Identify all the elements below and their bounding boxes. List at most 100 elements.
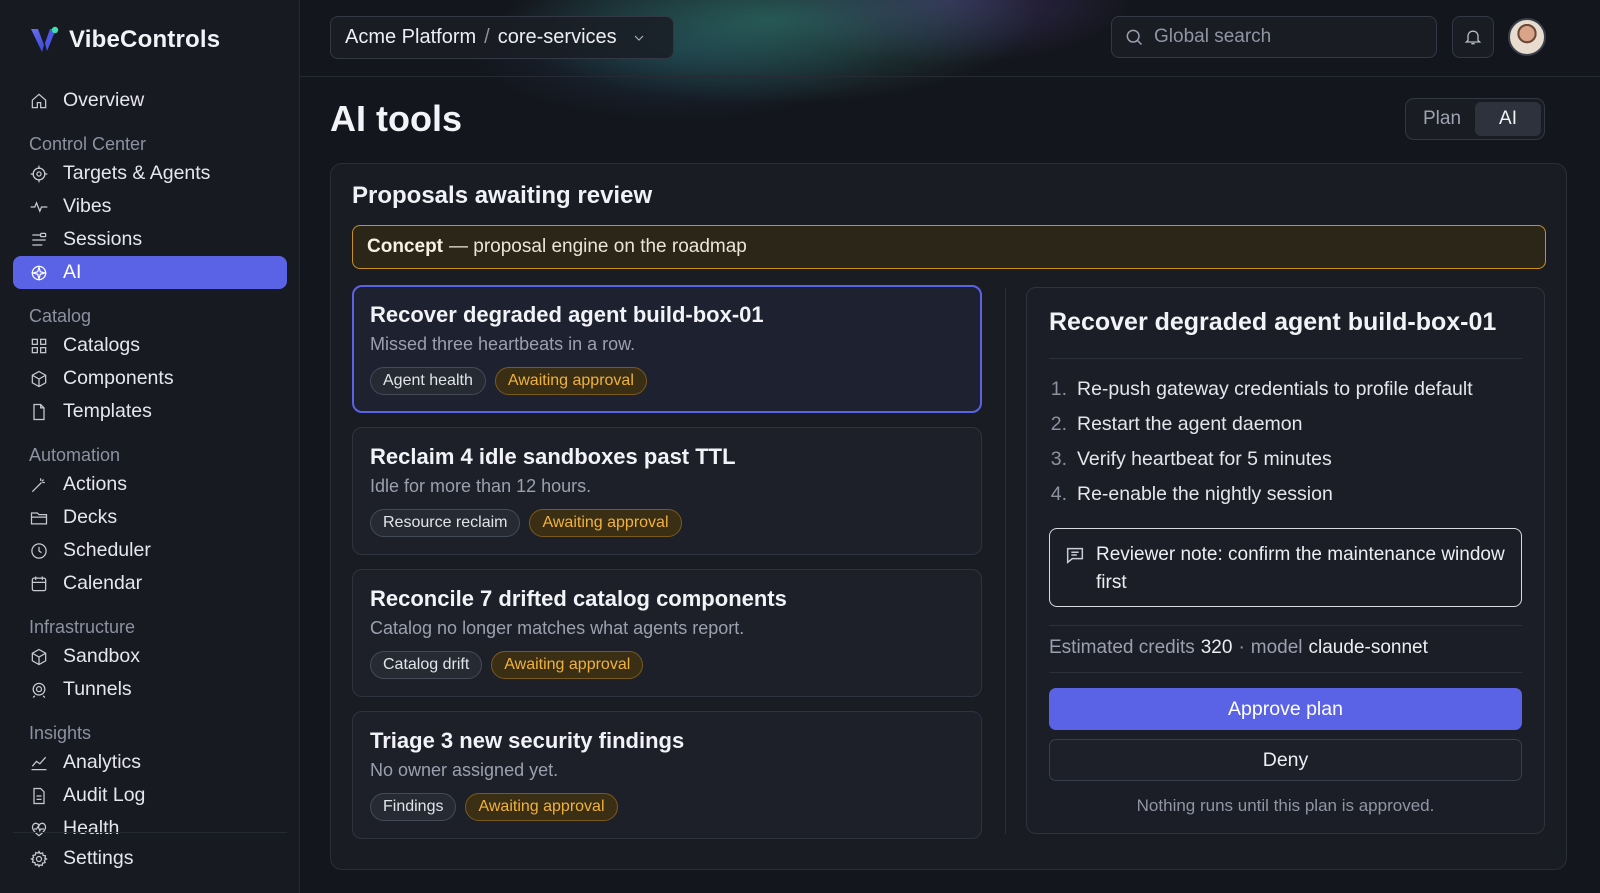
proposals-panel: Proposals awaiting review Concept — prop…	[330, 163, 1567, 870]
toggle-ai[interactable]: AI	[1475, 102, 1541, 136]
sidebar-item-tunnels[interactable]: Tunnels	[13, 673, 287, 706]
proposal-card[interactable]: Reclaim 4 idle sandboxes past TTL Idle f…	[352, 427, 982, 555]
breadcrumb-org[interactable]: Acme Platform	[345, 26, 476, 49]
crosshair-icon	[30, 165, 48, 182]
proposal-detail: Recover degraded agent build-box-01 1. Re…	[1026, 287, 1545, 834]
section-insights: Insights	[29, 723, 92, 743]
approve-plan-button[interactable]: Approve plan	[1049, 688, 1522, 730]
plan-step: 1. Re-push gateway credentials to profile…	[1050, 378, 1473, 400]
home-icon	[31, 93, 47, 108]
category-tag: Agent health	[370, 367, 486, 395]
sidebar-item-settings[interactable]: Settings	[13, 842, 287, 875]
proposal-card[interactable]: Triage 3 new security findings No owner …	[352, 711, 982, 839]
divider	[1049, 358, 1522, 359]
approval-footnote: Nothing runs until this plan is approved…	[1136, 796, 1435, 815]
tunnel-icon	[32, 682, 46, 698]
folder-icon	[30, 511, 48, 524]
proposal-tags: Agent health Awaiting approval	[370, 367, 964, 395]
sidebar-item-ai[interactable]: AI	[13, 256, 287, 289]
model-value: claude-sonnet	[1308, 637, 1428, 658]
sidebar-item-health[interactable]: Health	[13, 812, 287, 845]
section-catalog: Catalog	[29, 306, 92, 326]
category-tag: Findings	[370, 793, 457, 821]
breadcrumb-switcher[interactable]: Acme Platform / core-services	[330, 16, 674, 59]
chevron-down-icon[interactable]	[631, 30, 647, 46]
sidebar-item-sandbox[interactable]: Sandbox	[13, 640, 287, 673]
mode-toggle[interactable]: Plan AI	[1405, 98, 1545, 140]
proposal-title: Reconcile 7 drifted catalog components	[370, 586, 787, 611]
proposal-subtitle: No owner assigned yet.	[370, 760, 559, 780]
sidebar-item-calendar[interactable]: Calendar	[13, 567, 287, 600]
column-divider	[1005, 288, 1006, 834]
brand-name: VibeControls	[69, 26, 221, 53]
status-badge: Awaiting approval	[465, 793, 618, 821]
plan-step: 4. Re-enable the nightly session	[1050, 483, 1333, 505]
sidebar-item-templates[interactable]: Templates	[13, 395, 287, 428]
credits-value: 320	[1200, 637, 1233, 658]
notifications-button[interactable]	[1452, 16, 1494, 58]
sidebar-item-label: Health	[63, 817, 120, 839]
gear-icon	[30, 849, 48, 868]
breadcrumb-project[interactable]: core-services	[498, 26, 617, 49]
app-shell: VibeControls Overview Control Center Tar…	[0, 0, 1600, 893]
sidebar-item-catalogs[interactable]: Catalogs	[13, 329, 287, 362]
sidebar-item-label: Decks	[63, 506, 118, 528]
plan-step: 2. Restart the agent daemon	[1050, 413, 1303, 435]
sidebar-item-label: Components	[63, 367, 174, 389]
sidebar-item-label: Catalogs	[63, 334, 140, 356]
search-icon	[1126, 29, 1143, 46]
status-badge: Awaiting approval	[491, 651, 644, 679]
toggle-plan[interactable]: Plan	[1409, 102, 1475, 136]
brand[interactable]: VibeControls	[13, 20, 287, 58]
comment-icon	[1066, 547, 1084, 564]
sidebar-item-sessions[interactable]: Sessions	[13, 223, 287, 256]
concept-banner: Concept — proposal engine on the roadmap	[352, 225, 1546, 269]
sidebar-item-vibes[interactable]: Vibes	[13, 190, 287, 223]
global-search[interactable]	[1111, 16, 1437, 58]
sidebar-item-audit-log[interactable]: Audit Log	[13, 779, 287, 812]
sidebar-item-label: Sandbox	[63, 645, 140, 667]
sidebar-item-targets-agents[interactable]: Targets & Agents	[13, 157, 287, 190]
bell-icon	[1464, 30, 1482, 45]
clock-icon	[31, 542, 47, 559]
line-chart-icon	[31, 756, 47, 770]
sidebar-item-label: Settings	[63, 847, 134, 869]
reviewer-note-text: Reviewer note: confirm the maintenance w…	[1096, 544, 1505, 593]
plan-step: 3. Verify heartbeat for 5 minutes	[1050, 448, 1332, 470]
sidebar-item-label: Sessions	[63, 228, 143, 250]
sidebar-item-label: Vibes	[63, 195, 112, 217]
category-tag: Catalog drift	[370, 651, 483, 679]
section-automation: Automation	[29, 445, 121, 465]
panel-title: Proposals awaiting review	[352, 182, 653, 209]
sidebar-item-components[interactable]: Components	[13, 362, 287, 395]
wand-icon	[31, 477, 45, 492]
section-infrastructure: Infrastructure	[29, 617, 136, 637]
proposal-subtitle: Missed three heartbeats in a row.	[370, 334, 636, 354]
topbar: Acme Platform / core-services	[300, 0, 1600, 77]
box-icon	[31, 648, 47, 665]
sidebar-divider	[13, 832, 287, 833]
search-input[interactable]	[1154, 26, 1414, 48]
sidebar-item-label: Scheduler	[63, 539, 151, 561]
sidebar-item-actions[interactable]: Actions	[13, 468, 287, 501]
cube-icon	[31, 370, 47, 387]
sidebar-item-overview[interactable]: Overview	[13, 84, 287, 117]
plan-steps: 1. Re-push gateway credentials to profile…	[1049, 378, 1473, 518]
deny-button[interactable]: Deny	[1049, 739, 1522, 781]
sidebar-item-label: Tunnels	[63, 678, 132, 700]
sessions-icon	[32, 232, 47, 246]
proposal-card[interactable]: Reconcile 7 drifted catalog components C…	[352, 569, 982, 697]
category-tag: Resource reclaim	[370, 509, 521, 537]
main-content: Acme Platform / core-services AI tools P…	[300, 0, 1600, 893]
sidebar-item-label: Actions	[63, 473, 127, 495]
section-control-center: Control Center	[29, 134, 147, 154]
sidebar-item-decks[interactable]: Decks	[13, 501, 287, 534]
sidebar-item-scheduler[interactable]: Scheduler	[13, 534, 287, 567]
sidebar-item-analytics[interactable]: Analytics	[13, 746, 287, 779]
heart-pulse-icon	[31, 822, 47, 836]
proposal-card[interactable]: Recover degraded agent build-box-01 Miss…	[352, 285, 982, 413]
proposal-title: Recover degraded agent build-box-01	[370, 302, 764, 327]
user-avatar[interactable]	[1508, 18, 1546, 56]
proposal-subtitle: Catalog no longer matches what agents re…	[370, 618, 745, 638]
proposal-tags: Findings Awaiting approval	[370, 793, 964, 821]
